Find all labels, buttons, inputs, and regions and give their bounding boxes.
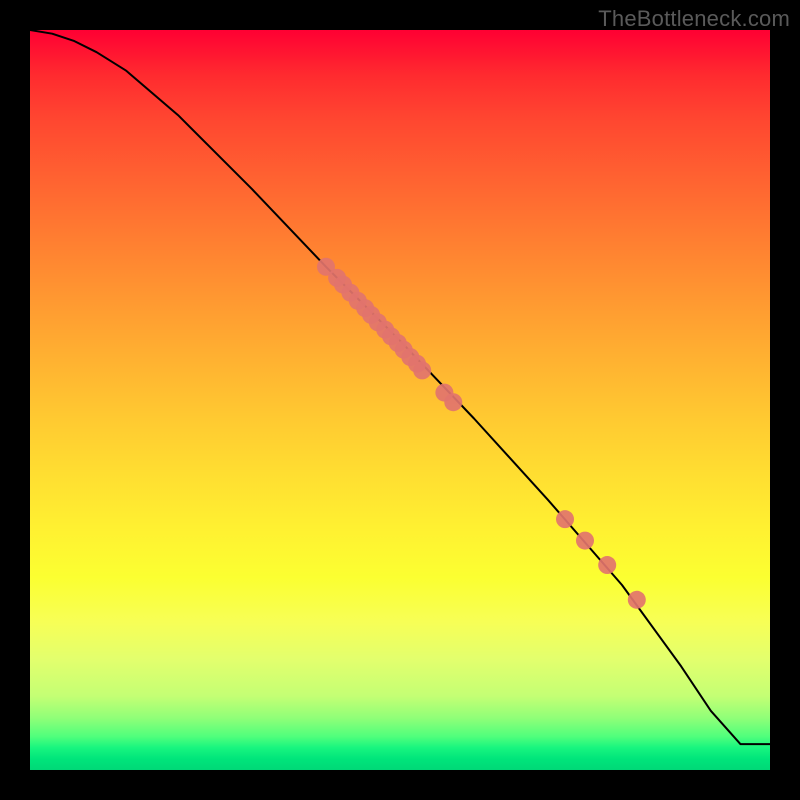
data-point	[598, 556, 616, 574]
chart-overlay-svg	[30, 30, 770, 770]
data-point	[576, 532, 594, 550]
curve-line	[30, 30, 770, 744]
curve-path	[30, 30, 770, 744]
chart-stage: TheBottleneck.com	[0, 0, 800, 800]
plot-area	[30, 30, 770, 770]
data-point	[628, 591, 646, 609]
data-point	[556, 510, 574, 528]
data-point	[413, 361, 431, 379]
data-point	[444, 393, 462, 411]
watermark-text: TheBottleneck.com	[598, 6, 790, 32]
